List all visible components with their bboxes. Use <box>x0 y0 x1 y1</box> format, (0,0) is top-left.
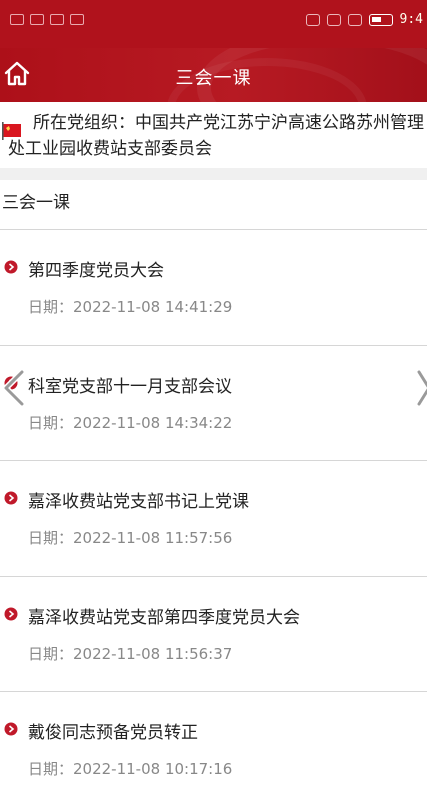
list-item[interactable]: 戴俊同志预备党员转正 日期：2022-11-08 10:17:16 <box>0 692 427 799</box>
item-date: 日期：2022-11-08 14:41:29 <box>28 298 233 316</box>
eye-icon <box>305 13 320 26</box>
item-title: 嘉泽收费站党支部书记上党课 <box>28 492 249 512</box>
meeting-list: 第四季度党员大会 日期：2022-11-08 14:41:29 科室党支部十一月… <box>0 230 427 799</box>
list-item[interactable]: 嘉泽收费站党支部第四季度党员大会 日期：2022-11-08 11:56:37 <box>0 576 427 692</box>
bluetooth-icon <box>347 13 362 26</box>
status-right-icons: 9:4 <box>305 12 423 27</box>
signal-icon <box>30 14 44 25</box>
swipe-back-right-icon[interactable] <box>415 368 427 408</box>
item-date: 日期：2022-11-08 14:34:22 <box>28 413 233 432</box>
bullet-arrow-icon <box>4 607 18 620</box>
status-time: 9:4 <box>399 12 423 27</box>
list-item[interactable]: 科室党支部十一月支部会议 日期：2022-11-08 14:34:22 <box>0 345 427 461</box>
wechat-icon <box>70 14 84 25</box>
bullet-arrow-icon <box>4 260 18 274</box>
bullet-arrow-icon <box>4 722 18 736</box>
item-date: 日期：2022-11-08 11:57:56 <box>28 529 233 547</box>
bullet-arrow-icon <box>4 491 18 505</box>
app-header: 三会一课 <box>0 48 427 102</box>
item-title: 科室党支部十一月支部会议 <box>28 376 232 397</box>
org-label: 所在党组织：中国共产党江苏宁沪高速公路苏州管理处工业园收费站支部委员会 <box>8 113 424 159</box>
nfc-icon <box>326 13 341 26</box>
item-title: 戴俊同志预备党员转正 <box>28 723 198 743</box>
org-bar: 所在党组织：中国共产党江苏宁沪高速公路苏州管理处工业园收费站支部委员会 <box>0 102 427 168</box>
section-title: 三会一课 <box>0 180 427 230</box>
item-date: 日期：2022-11-08 11:56:37 <box>28 644 233 663</box>
battery-icon <box>368 13 393 26</box>
list-item[interactable]: 嘉泽收费站党支部书记上党课 日期：2022-11-08 11:57:56 <box>0 461 427 577</box>
status-bar: 9:4 <box>0 0 427 48</box>
swipe-back-left-icon[interactable] <box>0 368 28 408</box>
item-title: 第四季度党员大会 <box>28 261 164 281</box>
status-left-icons <box>10 14 84 25</box>
wifi-icon <box>50 14 64 25</box>
section-divider <box>0 168 427 180</box>
list-item[interactable]: 第四季度党员大会 日期：2022-11-08 14:41:29 <box>0 230 427 346</box>
item-date: 日期：2022-11-08 10:17:16 <box>28 760 233 778</box>
sim-icon <box>10 14 24 25</box>
page-title: 三会一课 <box>175 68 252 89</box>
item-title: 嘉泽收费站党支部第四季度党员大会 <box>28 607 300 628</box>
